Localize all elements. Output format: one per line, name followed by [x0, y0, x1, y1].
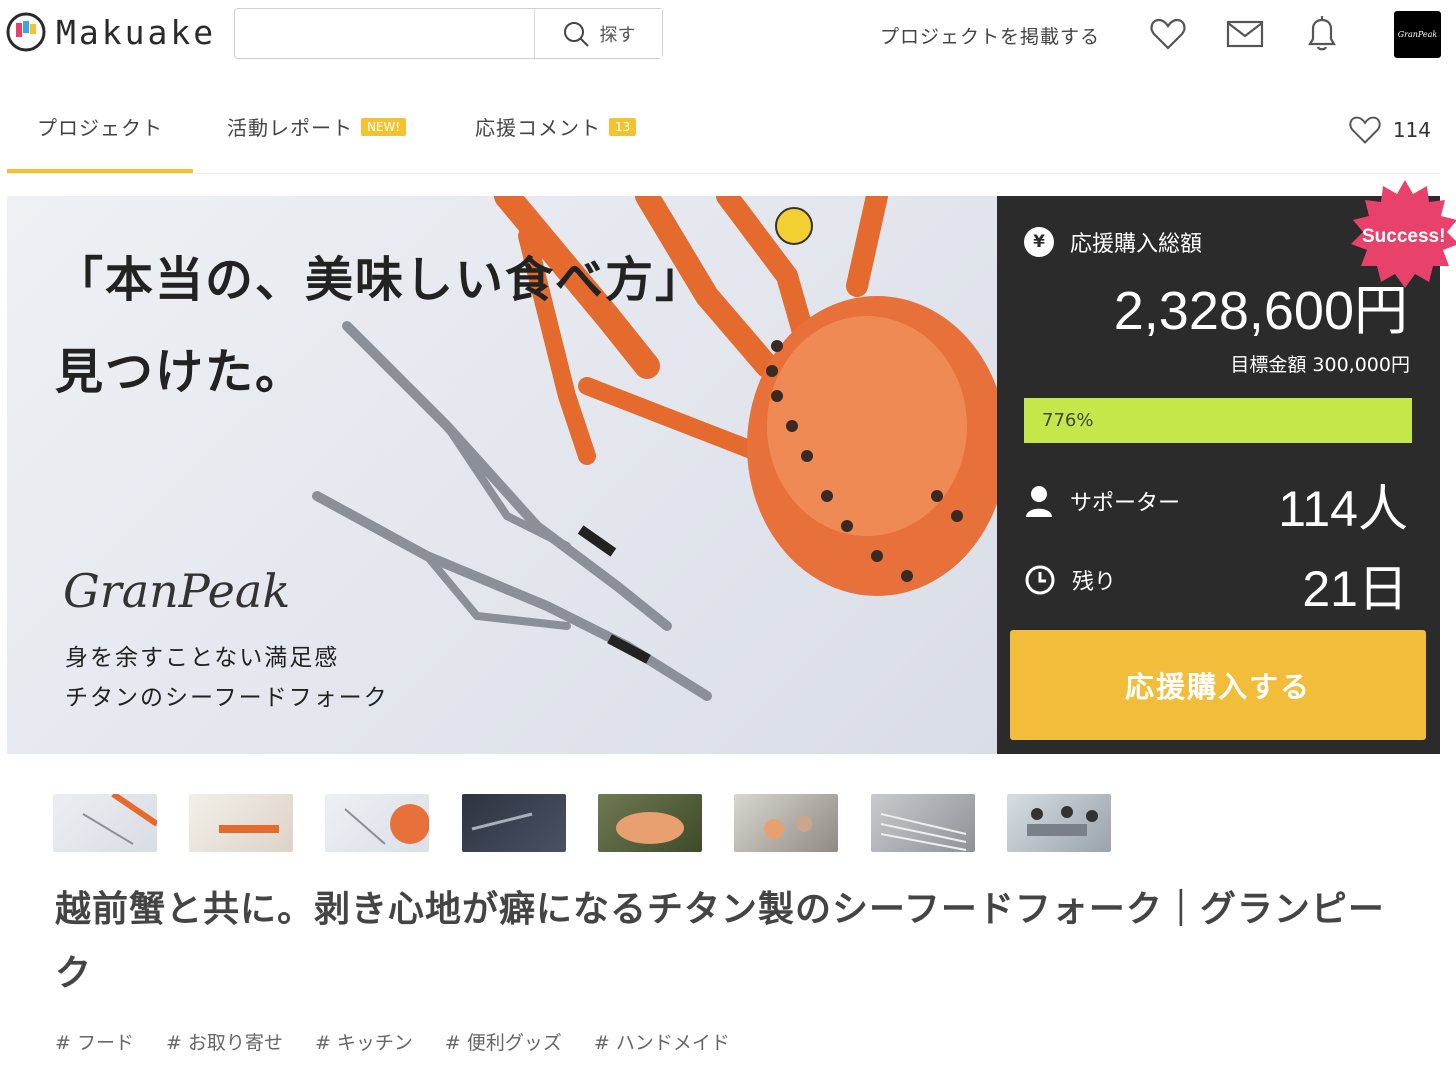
support-purchase-button[interactable]: 応援購入する: [1010, 630, 1426, 740]
remaining-value: 21日: [1302, 561, 1408, 617]
thumbnail-image: [82, 794, 157, 845]
hero-image: 「本当の、美味しい食べ方」 見つけた。 GranPeak 身を余すことない満足感…: [7, 196, 997, 754]
thumbnail-4[interactable]: [462, 794, 566, 852]
search-icon: [563, 21, 589, 47]
thumbnail-image: [471, 812, 533, 831]
remaining-row: 残り: [1024, 564, 1116, 596]
funding-total-label: 応援購入総額: [1070, 232, 1203, 257]
funding-goal: 目標金額 300,000円: [1230, 354, 1410, 376]
tag-mail-order[interactable]: # お取り寄せ: [166, 1028, 283, 1055]
thumbnail-image: [764, 816, 812, 839]
brand-logo: GranPeak: [63, 564, 291, 618]
tab-label: 活動レポート: [227, 116, 353, 140]
tab-label: 応援コメント: [475, 116, 601, 140]
makuake-logo[interactable]: Makuake: [6, 12, 216, 52]
new-badge: NEW!: [361, 117, 407, 136]
project-title: 越前蟹と共に。剥き心地が癖になるチタン製のシーフードフォーク｜グランピーク: [55, 889, 1385, 994]
supporters-row: サポーター: [1024, 484, 1180, 518]
tag-kitchen[interactable]: # キッチン: [315, 1028, 413, 1055]
remaining-label: 残り: [1072, 570, 1117, 595]
search-button-label: 探す: [599, 24, 636, 46]
tabs-divider: [7, 173, 1440, 174]
project-tabs: プロジェクト 活動レポート NEW! 応援コメント 13 114: [0, 96, 1456, 174]
search-bar: 探す: [234, 8, 663, 59]
thumbnail-image: [344, 804, 429, 845]
funding-total-label-row: ¥ 応援購入総額: [1024, 226, 1202, 258]
hero-headline-line1: 「本当の、美味しい食べ方」: [55, 252, 706, 308]
search-input[interactable]: [235, 9, 534, 58]
post-project-link[interactable]: プロジェクトを掲載する: [880, 22, 1100, 49]
tab-label: プロジェクト: [37, 116, 163, 140]
tab-project[interactable]: プロジェクト: [37, 112, 163, 141]
logo-mark-icon: [6, 12, 46, 52]
mail-icon[interactable]: [1225, 14, 1265, 54]
tag-list: # フード # お取り寄せ # キッチン # 便利グッズ # ハンドメイド: [55, 1028, 730, 1055]
comment-count-badge: 13: [609, 117, 637, 136]
hero-headline: 「本当の、美味しい食べ方」 見つけた。: [55, 234, 705, 418]
logo-text: Makuake: [56, 12, 217, 52]
thumbnail-3[interactable]: [325, 794, 429, 852]
search-button[interactable]: 探す: [534, 9, 662, 58]
hero-headline-line2: 見つけた。: [55, 344, 306, 400]
thumbnail-8[interactable]: [1007, 794, 1111, 852]
thumbnail-5[interactable]: [598, 794, 702, 852]
thumbnail-image: [880, 813, 967, 851]
tag-handmade[interactable]: # ハンドメイド: [594, 1028, 730, 1055]
thumbnail-image: [219, 825, 279, 833]
thumbnail-image: [616, 812, 684, 844]
heart-icon: [1349, 116, 1381, 144]
thumbnail-6[interactable]: [734, 794, 838, 852]
progress-label: 776%: [1042, 410, 1094, 431]
hero-subtitle-line1: 身を余すことない満足感: [65, 645, 340, 671]
success-badge-text: Success!: [1362, 226, 1446, 247]
yen-icon: ¥: [1024, 227, 1054, 257]
supporters-label: サポーター: [1070, 491, 1181, 516]
thumbnail-2[interactable]: [189, 794, 293, 852]
hero-subtitle: 身を余すことない満足感 チタンのシーフードフォーク: [65, 638, 389, 718]
heart-icon[interactable]: [1148, 14, 1188, 54]
user-avatar[interactable]: GranPeak: [1394, 11, 1441, 58]
tab-activity-report[interactable]: 活動レポート NEW!: [227, 112, 407, 141]
hero-subtitle-line2: チタンのシーフードフォーク: [65, 685, 389, 711]
avatar-mark: GranPeak: [1397, 30, 1438, 39]
site-header: Makuake 探す プロジェクトを掲載する GranPeak: [0, 0, 1456, 70]
thumbnail-image: [1027, 806, 1098, 836]
clock-icon: [1025, 565, 1055, 595]
favorite-count: 114: [1392, 118, 1431, 142]
bell-icon[interactable]: [1302, 14, 1342, 54]
thumbnail-7[interactable]: [871, 794, 975, 852]
person-icon: [1026, 486, 1052, 517]
progress-bar: 776%: [1024, 398, 1412, 443]
favorite-button[interactable]: 114: [1347, 114, 1431, 146]
supporters-value: 114人: [1278, 481, 1408, 537]
tab-support-comments[interactable]: 応援コメント 13: [475, 112, 637, 141]
tag-handy-goods[interactable]: # 便利グッズ: [445, 1028, 562, 1055]
tag-food[interactable]: # フード: [55, 1028, 134, 1055]
thumbnail-1[interactable]: [53, 794, 157, 852]
